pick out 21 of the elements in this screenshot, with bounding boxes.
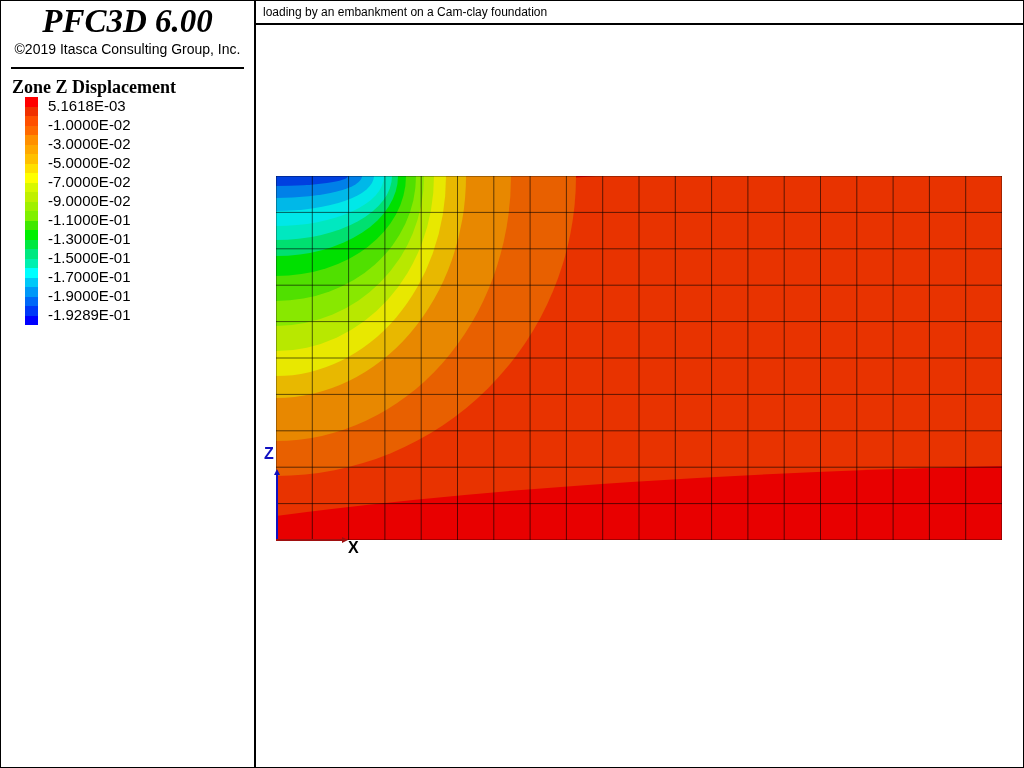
view-title: loading by an embankment on a Cam-clay foundation xyxy=(256,1,1023,25)
legend-label: -5.0000E-02 xyxy=(48,153,131,172)
legend-label: -1.0000E-02 xyxy=(48,115,131,134)
z-axis-label: Z xyxy=(264,446,274,462)
legend-label: -1.7000E-01 xyxy=(48,267,131,286)
legend-label: -1.9000E-01 xyxy=(48,286,131,305)
x-axis-arrow xyxy=(276,536,348,544)
x-axis-label: X xyxy=(348,540,359,556)
legend-title: Zone Z Displacement xyxy=(12,77,177,97)
legend-label: -1.9289E-01 xyxy=(48,305,131,324)
z-axis-arrow xyxy=(274,469,280,541)
contour-band xyxy=(276,176,348,186)
legend-label: -1.5000E-01 xyxy=(48,248,131,267)
copyright-text: ©2019 Itasca Consulting Group, Inc. xyxy=(13,41,242,57)
program-title: PFC3D 6.00 xyxy=(41,2,214,40)
legend-label: -1.3000E-01 xyxy=(48,229,131,248)
legend-label: -7.0000E-02 xyxy=(48,172,131,191)
legend-label: 5.1618E-03 xyxy=(48,97,127,115)
legend-label: -9.0000E-02 xyxy=(48,191,131,210)
legend-label: -1.1000E-01 xyxy=(48,210,131,229)
legend-label: -3.0000E-02 xyxy=(48,134,131,153)
